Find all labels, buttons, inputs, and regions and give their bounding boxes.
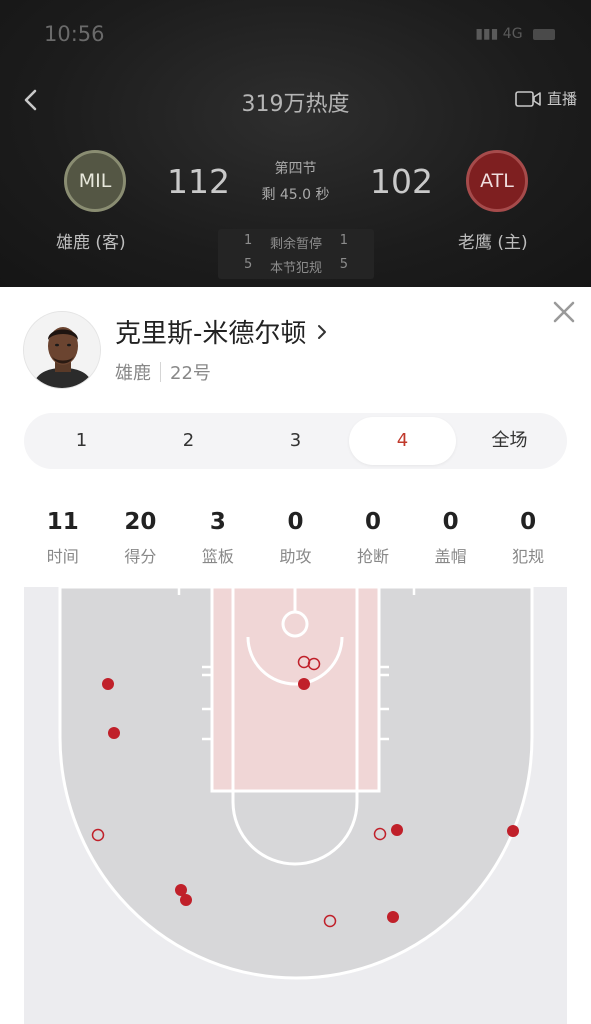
shot-made (102, 678, 114, 690)
away-timeouts: 1 (244, 233, 253, 248)
stats-row: 11 时间 20 得分 3 篮板 0 助攻 0 抢断 0 盖帽 0 犯规 (24, 509, 567, 573)
stat-value: 11 (46, 509, 79, 535)
player-number: 22号 (170, 363, 211, 384)
home-fouls: 5 (339, 257, 348, 272)
player-panel: 克里斯-米德尔顿 雄鹿 22号 1 2 3 4 全场 11 时间 20 得分 3… (0, 287, 591, 1024)
timeouts-row: 1 剩余暂停 1 (218, 233, 374, 252)
away-team-name[interactable]: 雄鹿 (客) (56, 228, 126, 253)
home-team-name[interactable]: 老鹰 (主) (458, 228, 528, 253)
player-avatar[interactable] (23, 311, 101, 389)
game-info-box: 1 剩余暂停 1 5 本节犯规 5 (218, 229, 374, 279)
status-indicators: ▮▮▮ 4G (475, 26, 555, 42)
stat-label: 篮板 (201, 547, 234, 566)
tab-full-game[interactable]: 全场 (456, 413, 563, 469)
stat-value: 0 (287, 509, 304, 535)
timeouts-label: 剩余暂停 (269, 237, 322, 252)
fouls-label: 本节犯规 (269, 261, 322, 276)
away-fouls: 5 (244, 257, 253, 272)
shot-made (507, 825, 519, 837)
stat-label: 助攻 (279, 547, 312, 566)
period-tabs: 1 2 3 4 全场 (24, 413, 567, 469)
stat-rebounds: 3 篮板 (179, 509, 257, 573)
shot-made (298, 678, 310, 690)
player-name: 克里斯-米德尔顿 (115, 319, 307, 349)
player-meta: 雄鹿 22号 (115, 359, 211, 385)
stat-value: 0 (442, 509, 459, 535)
battery-icon (533, 28, 555, 40)
stat-value: 3 (209, 509, 226, 535)
page-title: 319万热度 (241, 92, 350, 117)
stat-blocks: 0 盖帽 (412, 509, 490, 573)
close-icon (553, 301, 575, 323)
stat-label: 犯规 (512, 547, 545, 566)
status-time: 10:56 (44, 22, 105, 46)
meta-divider (160, 362, 161, 382)
stat-steals: 0 抢断 (334, 509, 412, 573)
home-score: 102 (370, 162, 433, 201)
paint-area (210, 587, 381, 793)
stat-label: 抢断 (357, 547, 390, 566)
network-label: 4G (502, 26, 523, 42)
home-team-logo[interactable]: ATL (466, 150, 528, 212)
home-timeouts: 1 (339, 233, 348, 248)
stat-label: 时间 (46, 547, 79, 566)
game-header: 10:56 ▮▮▮ 4G 319万热度 直播 MIL 雄鹿 (客) 112 第四… (0, 0, 591, 288)
chevron-right-icon (318, 324, 327, 339)
stat-points: 20 得分 (102, 509, 180, 573)
shot-made (108, 727, 120, 739)
stat-assists: 0 助攻 (257, 509, 335, 573)
player-photo-icon (24, 312, 100, 388)
fouls-row: 5 本节犯规 5 (218, 257, 374, 276)
stat-minutes: 11 时间 (24, 509, 102, 573)
live-label: 直播 (546, 90, 577, 108)
signal-icon: ▮▮▮ (475, 26, 499, 42)
tab-period-1[interactable]: 1 (28, 413, 135, 469)
stat-label: 得分 (124, 547, 157, 566)
live-button[interactable]: 直播 (515, 88, 577, 109)
shot-chart-court (24, 587, 567, 1024)
stat-value: 0 (365, 509, 382, 535)
player-team: 雄鹿 (115, 363, 151, 384)
tab-period-4[interactable]: 4 (349, 417, 456, 465)
stat-value: 0 (520, 509, 537, 535)
stat-label: 盖帽 (434, 547, 467, 566)
tab-period-3[interactable]: 3 (242, 413, 349, 469)
stat-fouls: 0 犯规 (489, 509, 567, 573)
shot-made (391, 824, 403, 836)
video-camera-icon (515, 90, 541, 107)
close-button[interactable] (551, 299, 577, 325)
shot-made (180, 894, 192, 906)
stat-value: 20 (124, 509, 157, 535)
tab-period-2[interactable]: 2 (135, 413, 242, 469)
player-name-link[interactable]: 克里斯-米德尔顿 (115, 313, 328, 350)
shot-made (387, 911, 399, 923)
